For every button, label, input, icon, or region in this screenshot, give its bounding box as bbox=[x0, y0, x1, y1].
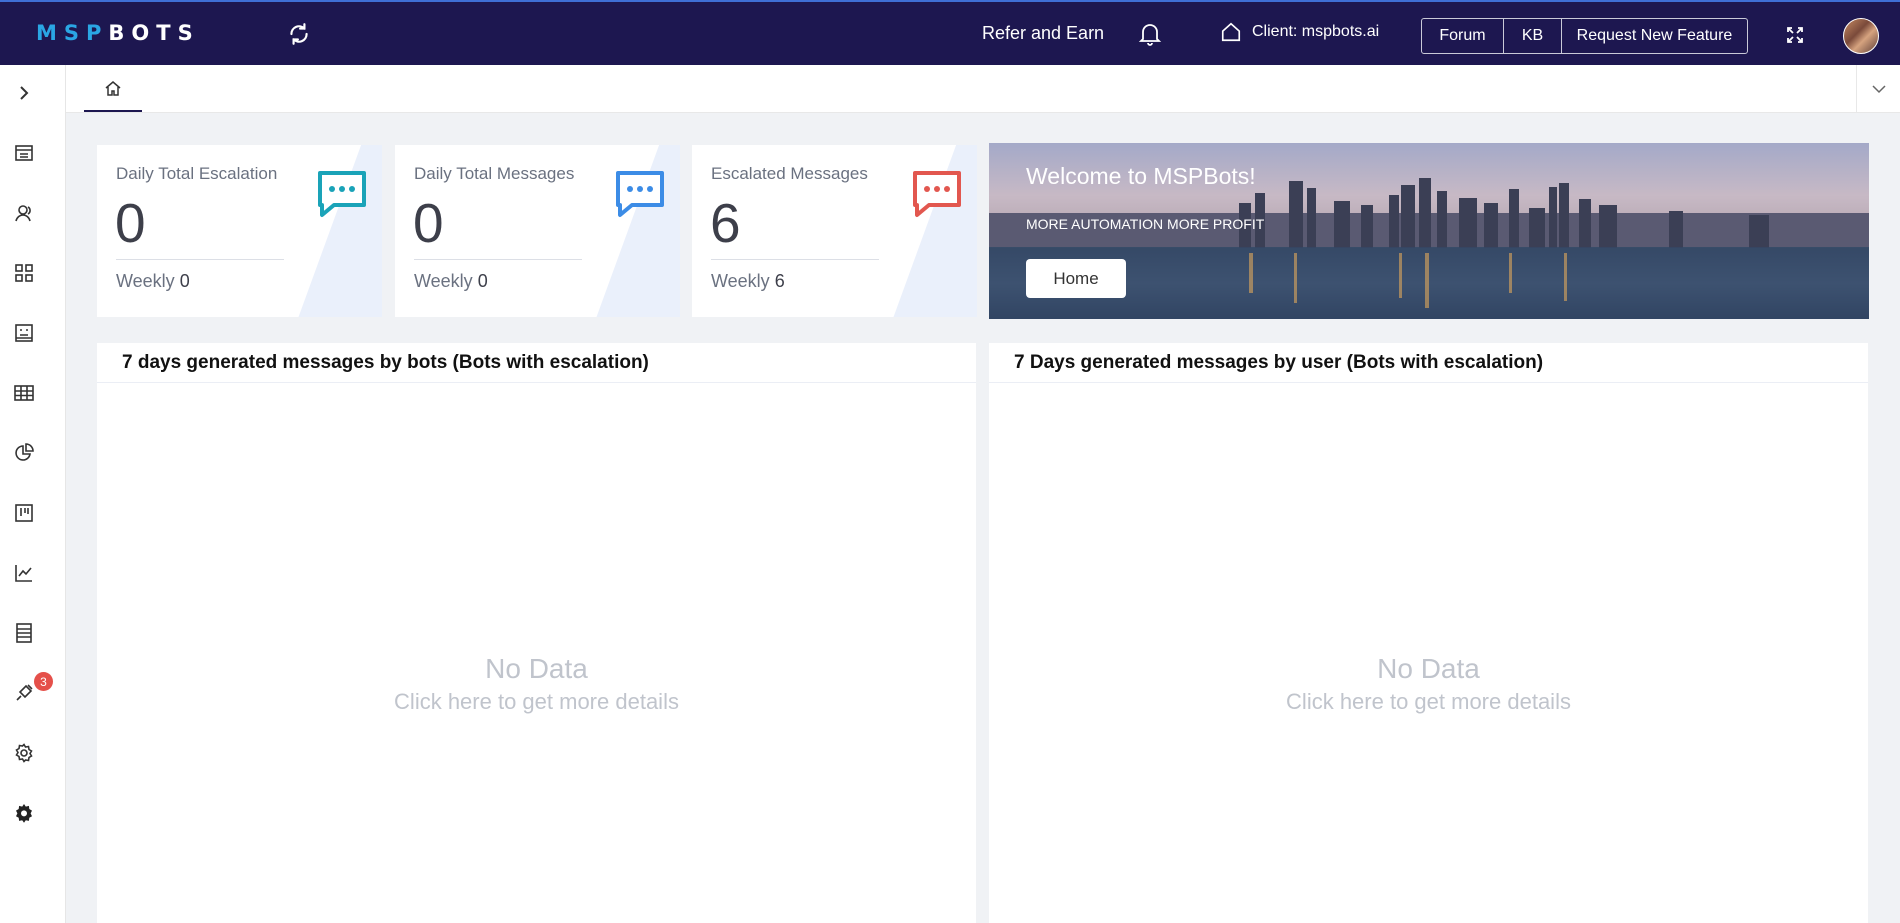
daily-total-messages-card[interactable]: Daily Total Messages 0 Weekly 0 bbox=[395, 145, 680, 317]
home-icon bbox=[105, 80, 121, 96]
user-messages-panel: 7 Days generated messages by user (Bots … bbox=[989, 343, 1868, 923]
no-data-placeholder[interactable]: No Data Click here to get more details bbox=[989, 653, 1868, 715]
user-avatar[interactable] bbox=[1843, 18, 1879, 54]
welcome-banner: Welcome to MSPBots! MORE AUTOMATION MORE… bbox=[989, 143, 1869, 319]
banner-title: Welcome to MSPBots! bbox=[1026, 163, 1256, 189]
top-navigation-bar: MSPBOTS Refer and Earn Client: mspbots.a… bbox=[0, 0, 1900, 65]
no-data-placeholder[interactable]: No Data Click here to get more details bbox=[97, 653, 976, 715]
widgets-icon[interactable] bbox=[12, 261, 36, 285]
kb-button[interactable]: KB bbox=[1504, 19, 1562, 53]
reports-icon[interactable] bbox=[12, 321, 36, 345]
chat-bubble-icon bbox=[616, 171, 664, 217]
tab-home[interactable] bbox=[84, 65, 142, 112]
banner-subtitle: MORE AUTOMATION MORE PROFIT bbox=[1026, 216, 1265, 232]
mspbots-logo[interactable]: MSPBOTS bbox=[36, 21, 200, 45]
expand-sidebar-icon[interactable] bbox=[12, 81, 36, 105]
logs-icon[interactable] bbox=[12, 621, 36, 645]
card-value: 0 bbox=[115, 192, 146, 254]
card-value: 0 bbox=[413, 192, 444, 254]
daily-total-escalation-card[interactable]: Daily Total Escalation 0 Weekly 0 bbox=[97, 145, 382, 317]
card-weekly: Weekly 0 bbox=[414, 271, 488, 291]
sidebar: 3 bbox=[0, 65, 66, 923]
bell-icon[interactable] bbox=[1138, 21, 1162, 47]
header-button-group: Forum KB Request New Feature bbox=[1421, 18, 1748, 54]
logo-prefix: MSP bbox=[36, 21, 109, 45]
dashboard-icon[interactable] bbox=[12, 141, 36, 165]
line-chart-icon[interactable] bbox=[12, 561, 36, 585]
home-outline-icon bbox=[1221, 22, 1241, 42]
chat-bubble-icon bbox=[913, 171, 961, 217]
client-selector[interactable]: Client: mspbots.ai bbox=[1220, 21, 1379, 43]
tab-bar bbox=[66, 65, 1900, 113]
boards-icon[interactable] bbox=[12, 501, 36, 525]
no-data-hint: Click here to get more details bbox=[394, 689, 679, 714]
chevron-down-icon bbox=[1871, 84, 1886, 93]
no-data-title: No Data bbox=[485, 653, 588, 684]
home-button[interactable]: Home bbox=[1026, 259, 1126, 298]
logo-suffix: BOTS bbox=[108, 21, 200, 45]
chat-bubble-icon bbox=[318, 171, 366, 217]
card-title: Escalated Messages bbox=[711, 164, 868, 183]
notification-badge: 3 bbox=[34, 672, 53, 691]
users-icon[interactable] bbox=[12, 201, 36, 225]
card-weekly: Weekly 6 bbox=[711, 271, 785, 291]
system-settings-gear-icon[interactable] bbox=[12, 801, 36, 825]
refresh-icon[interactable] bbox=[286, 21, 312, 47]
card-title: Daily Total Escalation bbox=[116, 164, 278, 183]
fullscreen-icon[interactable] bbox=[1786, 26, 1804, 44]
request-new-feature-button[interactable]: Request New Feature bbox=[1562, 19, 1747, 53]
card-title: Daily Total Messages bbox=[414, 164, 575, 183]
card-value: 6 bbox=[710, 192, 741, 254]
panel-title: 7 days generated messages by bots (Bots … bbox=[97, 343, 976, 383]
forum-button[interactable]: Forum bbox=[1422, 19, 1504, 53]
tab-dropdown[interactable] bbox=[1856, 65, 1900, 112]
escalated-messages-card[interactable]: Escalated Messages 6 Weekly 6 bbox=[692, 145, 977, 317]
client-label: Client: mspbots.ai bbox=[1252, 23, 1380, 40]
refer-and-earn-link[interactable]: Refer and Earn bbox=[982, 23, 1104, 44]
settings-gear-icon[interactable] bbox=[12, 741, 36, 765]
integrations-plug-icon[interactable] bbox=[12, 681, 36, 705]
card-weekly: Weekly 0 bbox=[116, 271, 190, 291]
bots-messages-panel: 7 days generated messages by bots (Bots … bbox=[97, 343, 976, 923]
pie-chart-icon[interactable] bbox=[12, 441, 36, 465]
no-data-hint: Click here to get more details bbox=[1286, 689, 1571, 714]
tables-icon[interactable] bbox=[12, 381, 36, 405]
panel-title: 7 Days generated messages by user (Bots … bbox=[989, 343, 1868, 383]
no-data-title: No Data bbox=[1377, 653, 1480, 684]
